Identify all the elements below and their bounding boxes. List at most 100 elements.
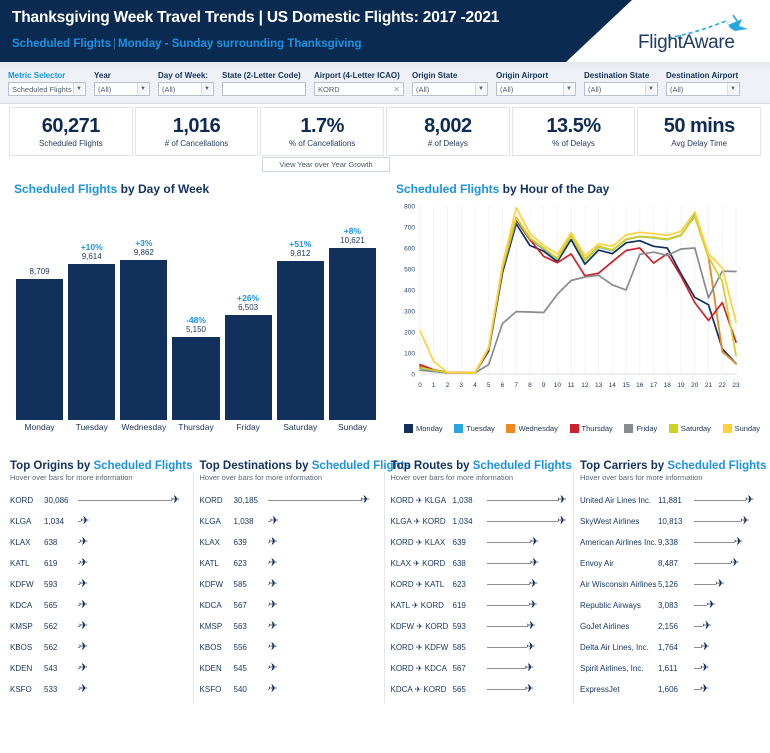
list-item[interactable]: KDFW ✈ KORD 593 ✈ [391,616,574,637]
list-item-bar[interactable]: ✈ [78,663,182,674]
list-item[interactable]: KMSP 562 ✈ [10,616,193,637]
list-item[interactable]: Air Wisconsin Airlines Corporation5,126 ✈ [580,574,766,595]
list-item-bar[interactable]: ✈ [486,621,569,632]
list-item[interactable]: KATL ✈ KORD 619 ✈ [391,595,574,616]
list-item[interactable]: KDCA 565 ✈ [10,595,193,616]
list-item[interactable]: United Air Lines Inc. 11,881 ✈ [580,490,766,511]
list-item-bar[interactable]: ✈ [693,516,756,527]
list-item-bar[interactable]: ✈ [267,495,372,506]
list-item-bar[interactable]: ✈ [78,516,182,527]
list-item[interactable]: KORD ✈ KLAX 639 ✈ [391,532,574,553]
list-item[interactable]: KLAX ✈ KORD 638 ✈ [391,553,574,574]
legend-item-saturday[interactable]: Saturday [668,424,711,433]
list-item[interactable]: KORD ✈ KDCA 567 ✈ [391,658,574,679]
list-item-bar[interactable]: ✈ [486,579,569,590]
list-item-bar[interactable]: ✈ [78,495,182,506]
dropdown-metric-selector[interactable]: Scheduled Flights ▼ [8,82,86,96]
list-item-bar[interactable]: ✈ [693,537,756,548]
list-item-bar[interactable]: ✈ [693,600,756,611]
legend-item-sunday[interactable]: Sunday [722,424,760,433]
chevron-down-icon[interactable]: ▼ [137,83,148,95]
list-item[interactable]: SkyWest Airlines 10,813 ✈ [580,511,766,532]
bar-rect[interactable] [276,261,324,420]
bar-rect[interactable] [68,264,116,420]
list-item[interactable]: American Airlines Inc. 9,338 ✈ [580,532,766,553]
list-item-bar[interactable]: ✈ [78,579,182,590]
list-item[interactable]: GoJet Airlines 2,156 ✈ [580,616,766,637]
chevron-down-icon[interactable]: ▼ [645,83,656,95]
list-item-bar[interactable]: ✈ [693,495,756,506]
list-item-bar[interactable]: ✈ [78,621,182,632]
list-item[interactable]: KORD 30,185 ✈ [200,490,384,511]
dropdown-origin-state[interactable]: (All) ▼ [412,82,488,96]
list-item-bar[interactable]: ✈ [486,642,569,653]
list-item[interactable]: KLAX 639 ✈ [200,532,384,553]
list-item-bar[interactable]: ✈ [267,684,372,695]
list-item-bar[interactable]: ✈ [486,663,569,674]
list-item[interactable]: KORD ✈ KLGA 1,038 ✈ [391,490,574,511]
list-item[interactable]: KLGA 1,034 ✈ [10,511,193,532]
list-item[interactable]: KLGA ✈ KORD 1,034 ✈ [391,511,574,532]
bar-rect[interactable] [120,260,168,420]
list-item-bar[interactable]: ✈ [693,558,756,569]
list-item-bar[interactable]: ✈ [693,684,756,695]
list-item[interactable]: ExpressJet 1,606 ✈ [580,679,766,700]
line-series-wednesday[interactable] [419,215,737,374]
bar-column-sunday[interactable]: +8% 10,621 [328,204,376,420]
legend-item-wednesday[interactable]: Wednesday [506,424,558,433]
bar-rect[interactable] [328,248,376,420]
list-item[interactable]: KDCA ✈ KORD 565 ✈ [391,679,574,700]
legend-item-friday[interactable]: Friday [624,424,657,433]
list-item-bar[interactable]: ✈ [693,621,756,632]
list-item[interactable]: KBOS 556 ✈ [200,637,384,658]
input-airport-4-letter-icao[interactable]: KORD ✕ [314,82,404,96]
list-item-bar[interactable]: ✈ [267,516,372,527]
list-item-bar[interactable]: ✈ [78,642,182,653]
list-item[interactable]: KORD ✈ KDFW 585 ✈ [391,637,574,658]
bar-rect[interactable] [224,314,272,420]
list-item[interactable]: KORD ✈ KATL 623 ✈ [391,574,574,595]
list-item[interactable]: KSFO 533 ✈ [10,679,193,700]
legend-item-tuesday[interactable]: Tuesday [454,424,495,433]
list-item[interactable]: KMSP 563 ✈ [200,616,384,637]
list-item[interactable]: Republic Airways 3,083 ✈ [580,595,766,616]
bar-rect[interactable] [172,336,220,420]
bar-column-monday[interactable]: 8,709 [16,204,64,420]
line-series-tuesday[interactable] [419,213,737,374]
list-item-bar[interactable]: ✈ [267,579,372,590]
list-item-bar[interactable]: ✈ [78,684,182,695]
dropdown-origin-airport[interactable]: (All) ▼ [496,82,576,96]
list-item-bar[interactable]: ✈ [693,579,756,590]
bar-column-friday[interactable]: +26% 6,503 [224,204,272,420]
list-item-bar[interactable]: ✈ [486,558,569,569]
list-item-bar[interactable]: ✈ [78,558,182,569]
list-item-bar[interactable]: ✈ [486,684,569,695]
list-item-bar[interactable]: ✈ [486,495,569,506]
legend-item-monday[interactable]: Monday [404,424,443,433]
line-series-friday[interactable] [419,247,737,374]
bar-column-thursday[interactable]: -48% 5,150 [172,204,220,420]
line-series-saturday[interactable] [419,215,737,374]
list-item[interactable]: KSFO 540 ✈ [200,679,384,700]
dropdown-year[interactable]: (All) ▼ [94,82,150,96]
bar-rect[interactable] [16,279,64,420]
list-item[interactable]: KBOS 562 ✈ [10,637,193,658]
chevron-down-icon[interactable]: ▼ [201,83,212,95]
list-item[interactable]: KATL 619 ✈ [10,553,193,574]
list-item-bar[interactable]: ✈ [267,621,372,632]
chevron-down-icon[interactable]: ▼ [727,83,738,95]
list-item-bar[interactable]: ✈ [267,558,372,569]
list-item-bar[interactable]: ✈ [486,600,569,611]
list-item[interactable]: Delta Air Lines, Inc. 1,764 ✈ [580,637,766,658]
dropdown-destination-state[interactable]: (All) ▼ [584,82,658,96]
list-item[interactable]: KDEN 543 ✈ [10,658,193,679]
list-item[interactable]: KDCA 567 ✈ [200,595,384,616]
list-item[interactable]: KATL 623 ✈ [200,553,384,574]
bar-column-wednesday[interactable]: +3% 9,862 [120,204,168,420]
view-year-over-year-growth-button[interactable]: View Year over Year Growth [262,157,390,172]
chevron-down-icon[interactable]: ▼ [475,83,486,95]
list-item-bar[interactable]: ✈ [486,516,569,527]
chevron-down-icon[interactable]: ▼ [563,83,574,95]
list-item-bar[interactable]: ✈ [78,537,182,548]
list-item-bar[interactable]: ✈ [267,642,372,653]
